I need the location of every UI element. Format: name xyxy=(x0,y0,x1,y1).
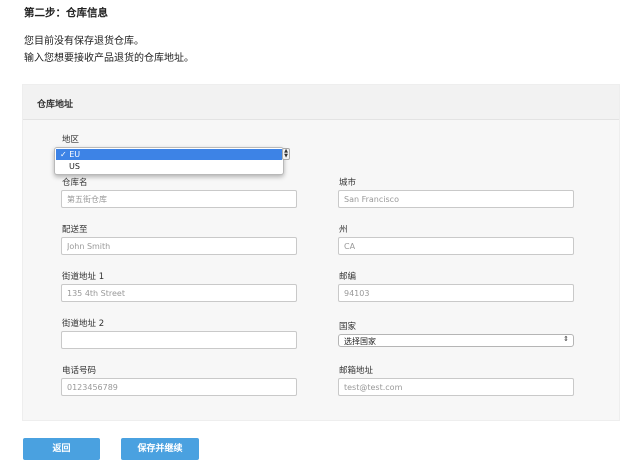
street2-input[interactable] xyxy=(61,331,297,349)
ship-to-label: 配送至 xyxy=(62,225,88,235)
street1-label: 街道地址 1 xyxy=(62,272,105,282)
intro-text-instructions: 输入您想要接收产品退货的仓库地址。 xyxy=(24,53,194,64)
intro-text-no-warehouse: 您目前没有保存退货仓库。 xyxy=(24,36,144,47)
region-option-eu[interactable]: ✓ EU xyxy=(56,149,282,160)
step-title: 第二步：仓库信息 xyxy=(24,7,108,19)
country-select[interactable]: 选择国家 ⇕ xyxy=(338,334,574,347)
warehouse-name-label: 仓库名 xyxy=(62,178,88,188)
panel-header: 仓库地址 xyxy=(23,85,619,120)
state-input[interactable] xyxy=(338,237,574,255)
chevron-up-down-icon: ⇕ xyxy=(563,335,569,343)
zip-input[interactable] xyxy=(338,284,574,302)
street2-label: 街道地址 2 xyxy=(62,319,105,329)
region-label: 地区 xyxy=(62,135,80,145)
email-label: 邮箱地址 xyxy=(339,366,374,376)
region-option-us[interactable]: US xyxy=(56,161,282,172)
country-select-value: 选择国家 xyxy=(344,337,376,346)
ship-to-input[interactable] xyxy=(61,237,297,255)
city-input[interactable] xyxy=(338,190,574,208)
back-button[interactable]: 返回 xyxy=(23,438,100,460)
save-continue-button[interactable]: 保存并继续 xyxy=(121,438,199,460)
state-label: 州 xyxy=(339,225,348,235)
region-dropdown-list[interactable]: ✓ EU US xyxy=(54,147,284,175)
warehouse-name-input[interactable] xyxy=(61,190,297,208)
phone-label: 电话号码 xyxy=(62,366,97,376)
zip-label: 邮编 xyxy=(339,272,357,282)
panel-title: 仓库地址 xyxy=(37,100,74,110)
country-label: 国家 xyxy=(339,322,357,332)
select-arrow-icon[interactable]: ▲ ▼ xyxy=(282,148,290,160)
region-option-label: EU xyxy=(69,150,81,159)
street1-input[interactable] xyxy=(61,284,297,302)
check-icon: ✓ xyxy=(60,150,67,159)
region-option-label: US xyxy=(69,162,80,171)
phone-input[interactable] xyxy=(61,378,297,396)
email-input[interactable] xyxy=(338,378,574,396)
city-label: 城市 xyxy=(339,178,357,188)
